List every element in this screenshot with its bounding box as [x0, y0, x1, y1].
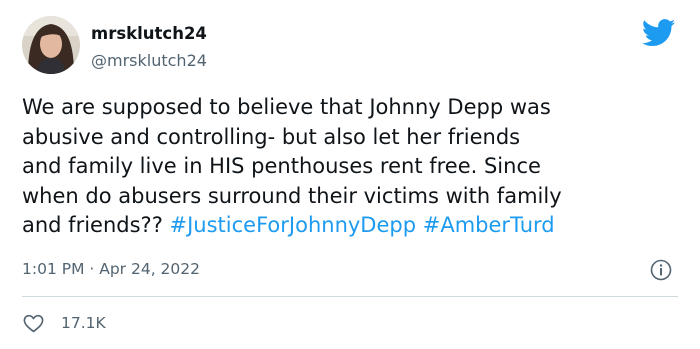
profile-photo: [22, 16, 80, 74]
like-count: 17.1K: [61, 314, 106, 332]
hashtag-link[interactable]: #JusticeForJohnnyDepp: [170, 213, 417, 237]
tweet-line: when do abusers surround their victims w…: [22, 183, 562, 208]
divider: [22, 296, 678, 297]
like-button[interactable]: 17.1K: [22, 311, 106, 335]
tweet-line: We are supposed to believe that Johnny D…: [22, 95, 551, 119]
tweet-timestamp[interactable]: 1:01 PM · Apr 24, 2022: [22, 260, 200, 278]
heart-icon: [23, 314, 44, 332]
info-icon[interactable]: [650, 259, 672, 281]
tweet-line: and family live in HIS penthouses rent f…: [22, 154, 541, 178]
user-handle[interactable]: @mrsklutch24: [91, 51, 207, 70]
hashtag-link[interactable]: #AmberTurd: [423, 213, 555, 237]
tweet-line-last: and friends?? #JusticeForJohnnyDepp #Amb…: [22, 211, 686, 241]
avatar[interactable]: [22, 16, 80, 74]
tweet-text: We are supposed to believe that Johnny D…: [22, 93, 686, 241]
tweet-line: abusive and controlling- but also let he…: [22, 124, 521, 149]
tweet-line-text: and friends??: [22, 213, 170, 237]
twitter-bird-icon[interactable]: [642, 19, 676, 47]
display-name[interactable]: mrsklutch24: [91, 24, 207, 43]
